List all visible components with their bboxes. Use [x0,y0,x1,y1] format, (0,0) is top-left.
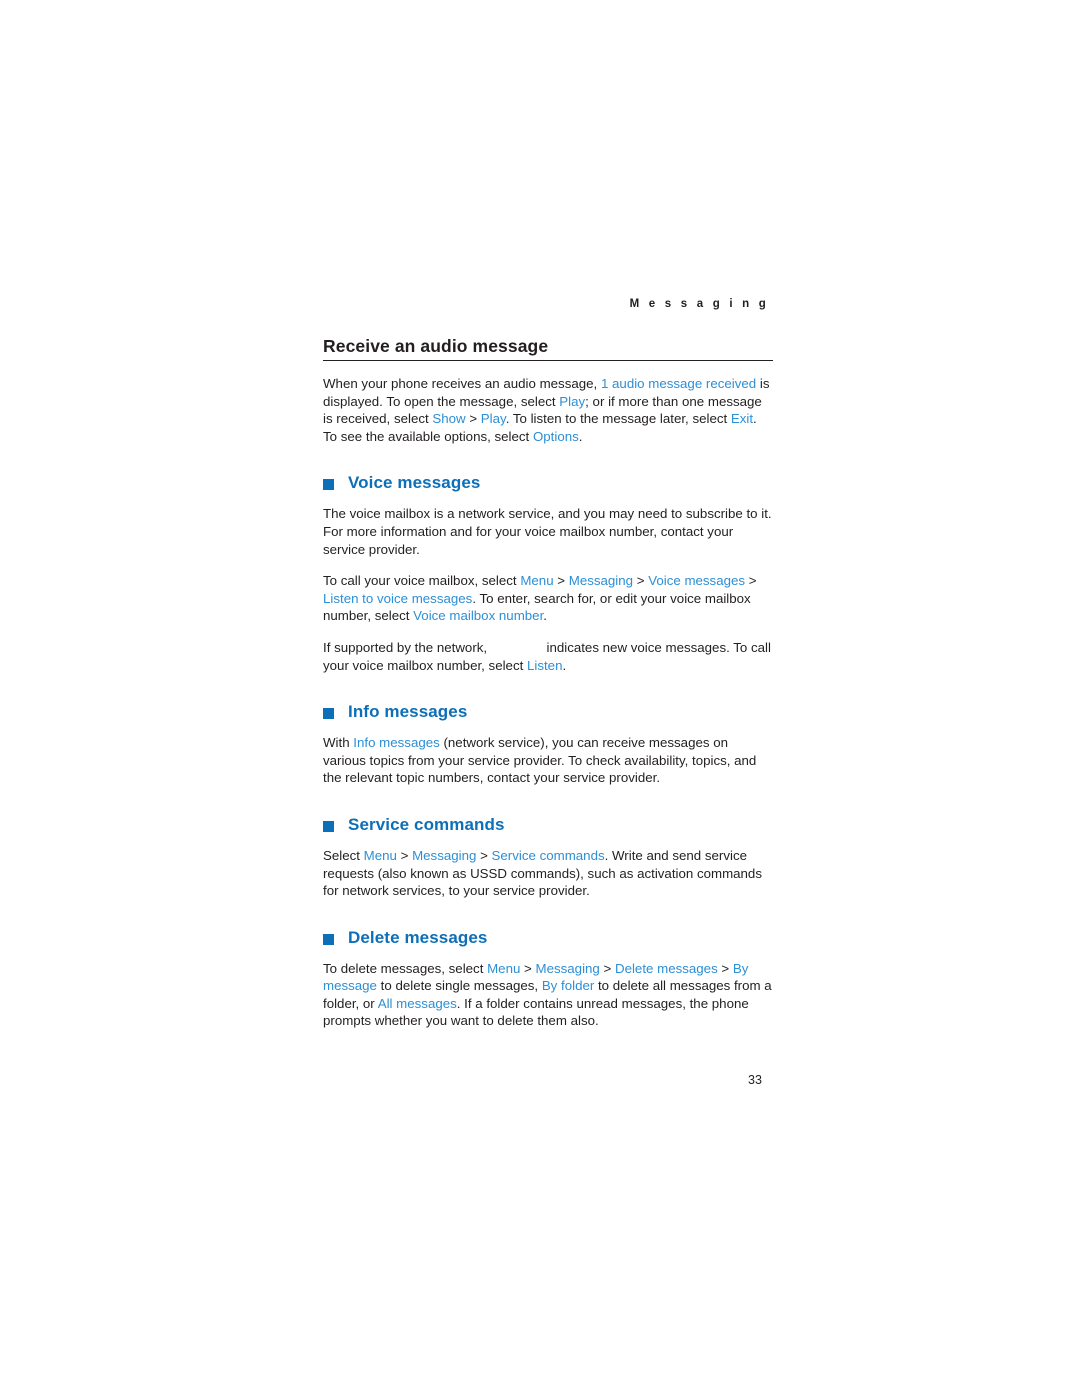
body-text: . [578,428,583,444]
section-heading-delete-messages: Delete messages [323,928,773,948]
menu-keyword: Play [559,393,586,409]
section-voice-messages: Voice messages The voice mailbox is a ne… [323,473,773,674]
menu-keyword: Options [532,428,579,444]
manual-page: M e s s a g i n g Receive an audio messa… [0,0,1080,1397]
menu-keyword: Menu [520,573,554,589]
page-content: Receive an audio message When your phone… [323,336,773,1044]
square-bullet-icon [323,479,334,491]
body-text: to delete single messages, [376,978,542,994]
paragraph-network-indicator: If supported by the network, indicates n… [323,639,773,674]
square-bullet-icon [323,933,334,945]
page-number: 33 [748,1073,762,1087]
paragraph-receive-audio-message: When your phone receives an audio messag… [323,375,773,445]
body-text: > [553,573,569,589]
section-info-messages: Info messages With Info messages (networ… [323,702,773,787]
section-heading-info-messages: Info messages [323,702,773,722]
menu-keyword: Show [432,411,466,427]
body-text: When your phone receives an audio messag… [323,376,601,391]
menu-keyword: Messaging [568,573,634,589]
menu-keyword: Messaging [412,847,477,863]
menu-keyword: Delete messages [614,960,718,976]
paragraph-info-messages: With Info messages (network service), yo… [323,734,773,787]
body-text: The voice mailbox is a network service, … [323,506,772,557]
body-text: > [396,847,413,863]
paragraph-voice-mailbox-intro: The voice mailbox is a network service, … [323,505,773,558]
square-bullet-icon [323,708,334,720]
running-header: M e s s a g i n g [629,298,769,310]
body-text: > [633,573,649,589]
menu-keyword: 1 audio message received [600,376,757,391]
body-text: . [543,608,547,624]
body-text: > [717,960,733,976]
menu-keyword: Menu [363,847,397,863]
section-service-commands: Service commands Select Menu > Messaging… [323,815,773,900]
menu-keyword: Voice messages [648,573,746,589]
section-heading-delete-messages-label: Delete messages [348,927,488,947]
body-text: To delete messages, select [323,960,488,976]
menu-keyword: Service commands [491,847,605,863]
menu-keyword: Voice mailbox number [413,608,544,624]
body-text: > [465,411,481,427]
section-heading-voice-messages: Voice messages [323,473,773,493]
menu-keyword: All messages [377,995,457,1011]
body-text: . [562,657,567,673]
paragraph-call-voice-mailbox: To call your voice mailbox, select Menu … [323,572,773,625]
menu-keyword: Menu [487,960,521,976]
menu-keyword: Messaging [535,960,600,976]
section-delete-messages: Delete messages To delete messages, sele… [323,928,773,1030]
section-heading-service-commands: Service commands [323,815,773,835]
section-heading-info-messages-label: Info messages [348,702,468,722]
body-text: If supported by the network, [323,639,491,655]
menu-keyword: Exit [730,411,754,427]
menu-keyword: Info messages [353,735,440,751]
menu-keyword: Listen [526,657,563,673]
body-text: > [745,573,757,589]
body-text: > [476,847,492,863]
body-text: . To listen to the message later, select [505,411,731,427]
body-text: To call your voice mailbox, select [323,573,521,589]
menu-keyword: Play [480,411,506,427]
section-heading-service-commands-label: Service commands [348,814,505,834]
body-text: > [520,960,536,976]
menu-keyword: By folder [541,978,595,994]
square-bullet-icon [323,820,334,832]
body-text: With [323,735,354,751]
paragraph-service-commands: Select Menu > Messaging > Service comman… [323,847,773,900]
section-heading-voice-messages-label: Voice messages [348,473,481,493]
menu-keyword: Listen to voice messages [323,590,473,606]
body-text: > [599,960,615,976]
paragraph-delete-messages: To delete messages, select Menu > Messag… [323,960,773,1030]
body-text: Select [323,847,364,863]
section-receive-audio-message: Receive an audio message When your phone… [323,336,773,445]
section-title-underline: Receive an audio message [323,336,773,361]
section-heading-receive-audio-message: Receive an audio message [323,336,549,356]
